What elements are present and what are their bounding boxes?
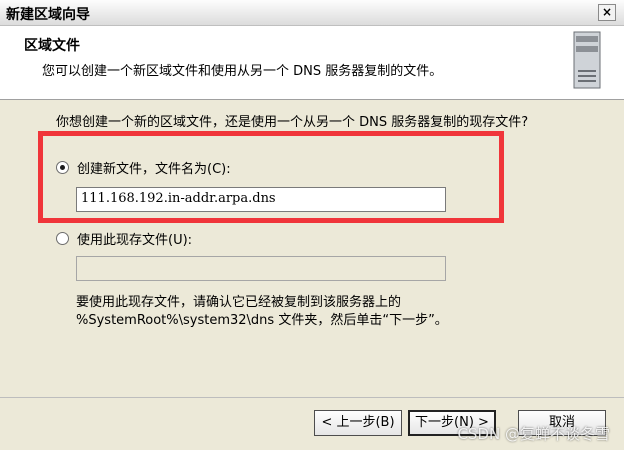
wizard-footer: < 上一步(B) 下一步(N) > 取消 CSDN @复蝉不谈冬雪 [0, 397, 624, 450]
radio-new-file[interactable] [56, 161, 69, 174]
new-filename-input[interactable]: 111.168.192.in-addr.arpa.dns [76, 187, 446, 212]
radio-existing-file[interactable] [56, 232, 69, 245]
option-new-file-label: 创建新文件，文件名为(C): [77, 162, 231, 177]
close-button[interactable]: × [598, 4, 616, 21]
question-text: 你想创建一个新的区域文件，还是使用一个从另一个 DNS 服务器复制的现存文件? [56, 115, 529, 130]
watermark: CSDN @复蝉不谈冬雪 [457, 425, 610, 443]
window-title: 新建区域向导 [6, 7, 90, 23]
wizard-header: 区域文件 您可以创建一个新区域文件和使用从另一个 DNS 服务器复制的文件。 [0, 26, 624, 100]
header-title: 区域文件 [24, 38, 80, 54]
option-new-file[interactable]: 创建新文件，文件名为(C): [56, 158, 231, 177]
server-icon [573, 31, 601, 89]
title-bar: 新建区域向导 × [0, 0, 624, 26]
wizard-body: 你想创建一个新的区域文件，还是使用一个从另一个 DNS 服务器复制的现存文件? … [0, 101, 624, 397]
option-existing-file-label: 使用此现存文件(U): [77, 233, 193, 248]
hint-line-2: %SystemRoot%\system32\dns 文件夹，然后单击“下一步”。 [76, 313, 448, 328]
back-button[interactable]: < 上一步(B) [314, 410, 402, 436]
hint-text: 要使用此现存文件，请确认它已经被复制到该服务器上的 %SystemRoot%\s… [76, 294, 448, 330]
header-subtitle: 您可以创建一个新区域文件和使用从另一个 DNS 服务器复制的文件。 [42, 64, 443, 79]
existing-filename-input[interactable] [76, 256, 446, 281]
hint-line-1: 要使用此现存文件，请确认它已经被复制到该服务器上的 [76, 295, 402, 310]
wizard-window: 新建区域向导 × 区域文件 您可以创建一个新区域文件和使用从另一个 DNS 服务… [0, 0, 624, 450]
option-existing-file[interactable]: 使用此现存文件(U): [56, 229, 192, 248]
